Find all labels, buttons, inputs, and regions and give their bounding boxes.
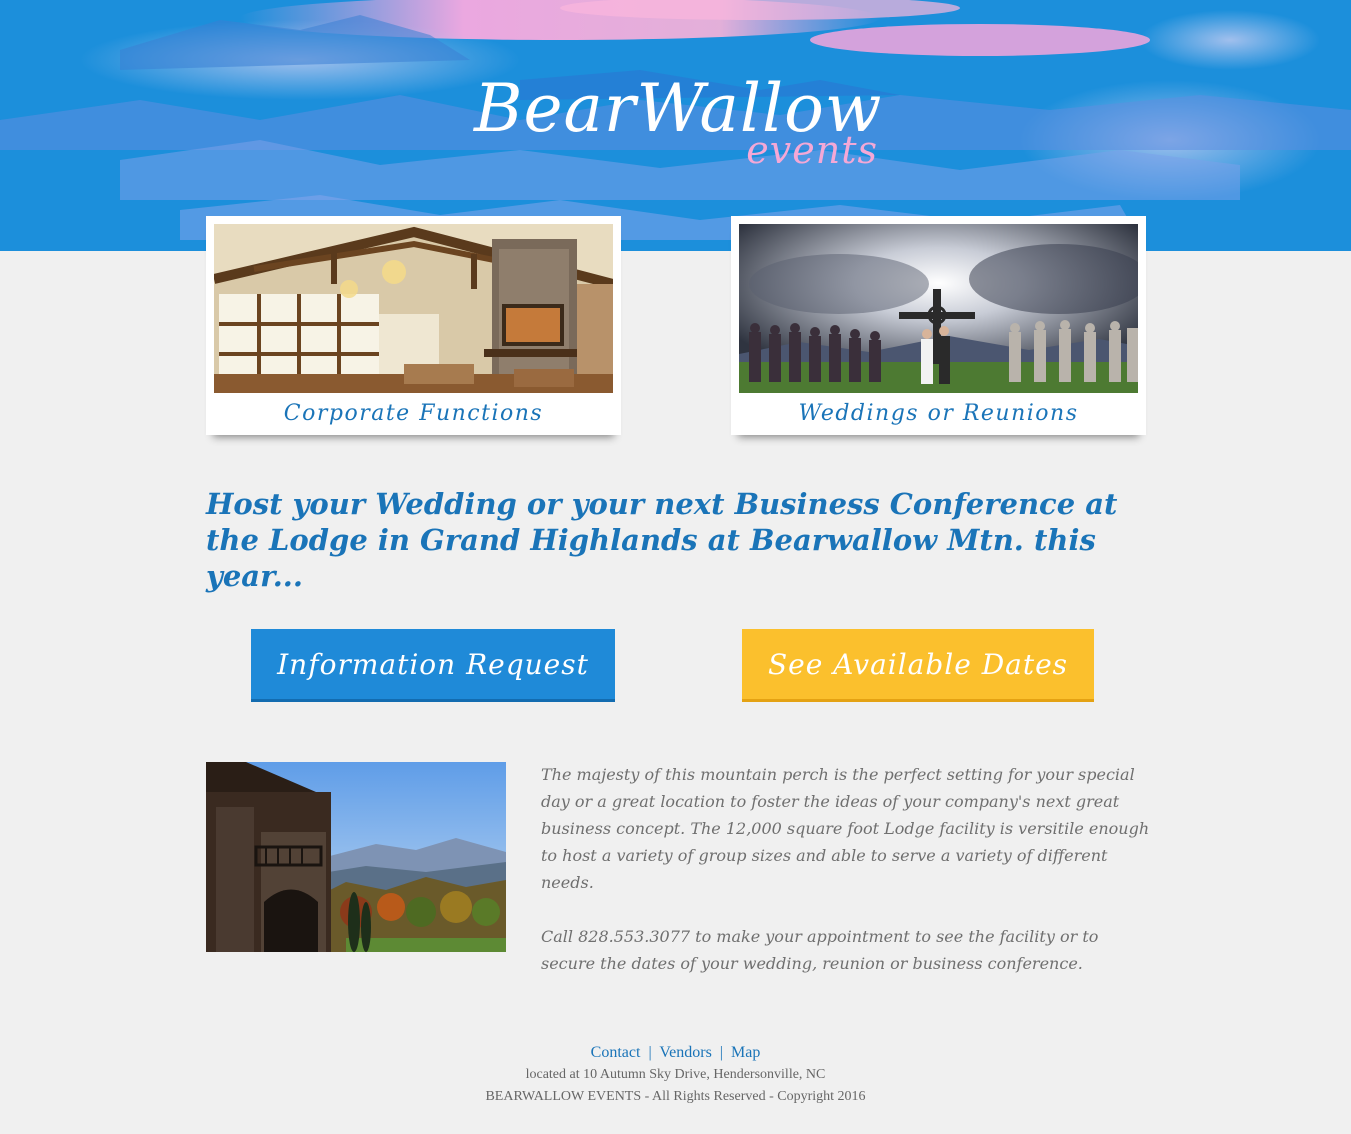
information-request-button[interactable]: Information Request [251,629,615,702]
wedding-ceremony-photo [739,224,1138,393]
body-paragraph-1: The majesty of this mountain perch is th… [541,765,1150,892]
lodge-interior-photo [214,224,613,393]
footer-address: located at 10 Autumn Sky Drive, Henderso… [525,1067,826,1082]
footer-separator: | [719,1044,723,1061]
logo[interactable]: BearWallow events [470,70,890,180]
footer: Contact | Vendors | Map located at 10 Au… [0,1042,1351,1108]
lodge-exterior-photo [206,762,506,952]
feature-caption-corporate: Corporate Functions [283,401,544,426]
feature-caption-weddings: Weddings or Reunions [798,401,1079,426]
footer-link-contact[interactable]: Contact [591,1044,641,1061]
feature-card-weddings[interactable]: Weddings or Reunions [731,216,1146,435]
footer-link-map[interactable]: Map [731,1044,760,1061]
footer-separator: | [648,1044,652,1061]
body-description: The majesty of this mountain perch is th… [541,761,1151,977]
footer-copyright: BEARWALLOW EVENTS - All Rights Reserved … [485,1089,866,1104]
feature-card-corporate[interactable]: Corporate Functions [206,216,621,435]
body-paragraph-2: Call 828.553.3077 to make your appointme… [541,927,1099,973]
logo-subtitle: events [746,128,878,172]
footer-link-vendors[interactable]: Vendors [659,1044,711,1061]
see-available-dates-button[interactable]: See Available Dates [742,629,1094,702]
header-banner: BearWallow events [0,0,1351,251]
tagline-heading: Host your Wedding or your next Business … [206,487,1118,593]
footer-links: Contact | Vendors | Map [0,1042,1351,1064]
